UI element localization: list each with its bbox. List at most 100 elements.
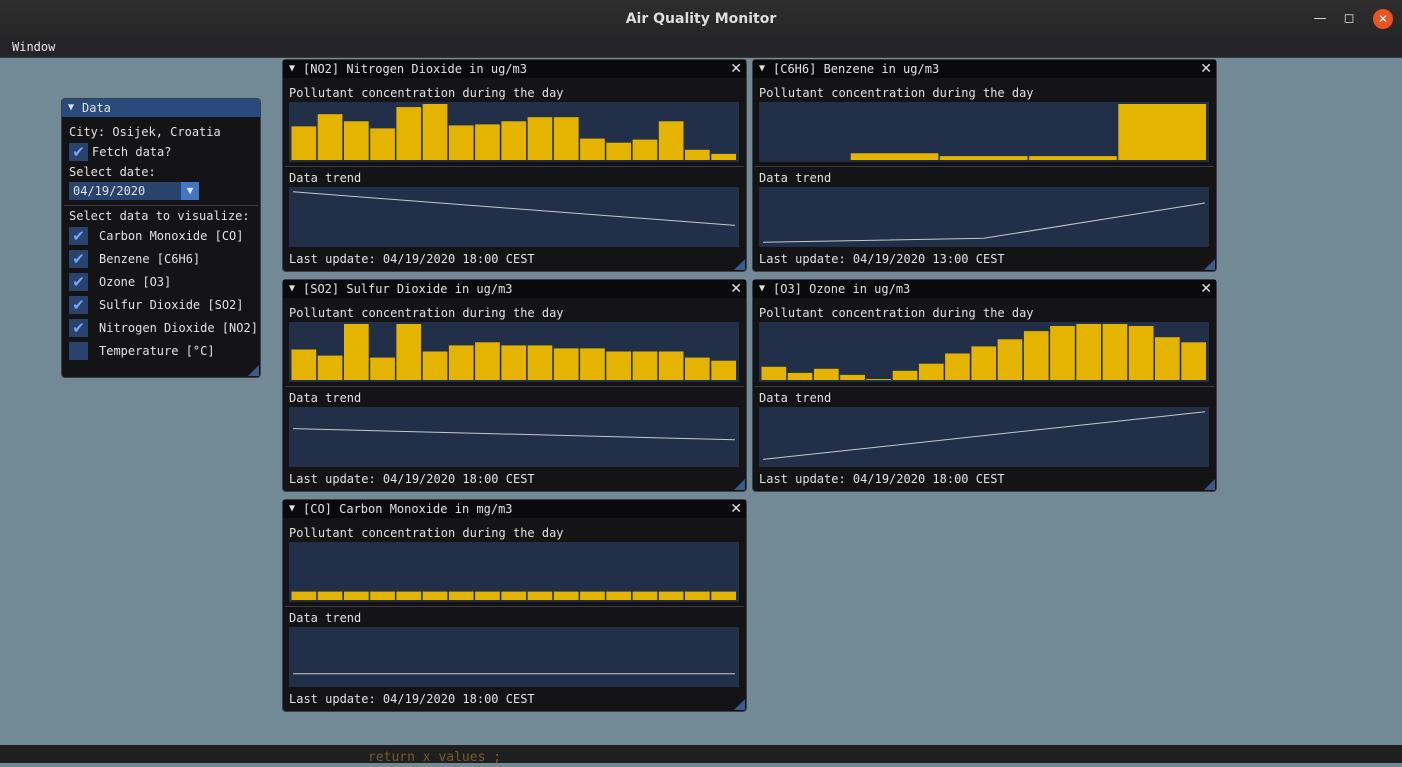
resize-grip[interactable] [1204,259,1215,270]
bar [850,153,939,160]
close-icon[interactable]: ✕ [1200,60,1212,78]
data-panel-header[interactable]: ▼ Data [62,99,260,117]
trend-chart [289,187,739,247]
option-checkbox[interactable]: ✔ [69,319,88,337]
bar-chart-label: Pollutant concentration during the day [289,86,564,100]
bar-chart [289,542,739,602]
option-checkbox[interactable]: ✔ [69,273,88,291]
bar [580,591,605,600]
bar [918,363,944,380]
pollutant-window[interactable]: ▼ [C6H6] Benzene in ug/m3 ✕ Pollutant conce… [752,59,1217,272]
fetch-data-checkbox[interactable]: ✔ [69,143,88,161]
bar [527,345,553,380]
trend-line [762,411,1206,460]
window-title: Air Quality Monitor [625,11,777,27]
close-icon[interactable]: ✕ [1373,9,1393,29]
maximize-icon[interactable]: ◻ [1339,9,1359,29]
pollutant-window[interactable]: ▼ [SO2] Sulfur Dioxide in ug/m3 ✕ Pollutant… [282,279,747,492]
option-label: Carbon Monoxide [CO] [99,229,244,243]
resize-grip[interactable] [1204,479,1215,490]
collapse-arrow-icon[interactable]: ▼ [759,60,765,78]
bar [317,591,343,600]
close-icon[interactable]: ✕ [730,280,742,298]
bar [658,121,684,160]
bar [685,591,710,600]
collapse-arrow-icon[interactable]: ▼ [68,99,74,117]
resize-grip[interactable] [734,699,745,710]
trend-label: Data trend [759,171,832,185]
trend-line [292,428,736,441]
minimize-icon[interactable]: — [1310,9,1330,29]
close-icon[interactable]: ✕ [730,500,742,518]
bar [291,349,317,380]
trend-chart-svg [762,411,1206,460]
resize-grip[interactable] [248,365,259,376]
bar [527,117,553,160]
bar [501,121,527,160]
option-label: Benzene [C6H6] [99,252,201,266]
bar-chart-label: Pollutant concentration during the day [289,306,564,320]
bar-chart-svg [761,324,1206,380]
last-update-label: Last update: 04/19/2020 13:00 CEST [759,252,1005,266]
option-checkbox[interactable]: ✔ [69,296,88,314]
collapse-arrow-icon[interactable]: ▼ [289,280,295,298]
bar [475,342,500,380]
close-icon[interactable]: ✕ [730,60,742,78]
option-checkbox[interactable]: ✔ [69,250,88,268]
checkmark-icon: ✔ [72,319,85,337]
bar [606,351,631,380]
pollutant-window-header[interactable]: ▼ [O3] Ozone in ug/m3 ✕ [753,280,1216,298]
bar [396,107,422,160]
bar [291,126,317,160]
close-icon[interactable]: ✕ [1200,280,1212,298]
date-combo[interactable]: 04/19/2020 ▼ [69,182,199,200]
chevron-down-icon[interactable]: ▼ [181,182,199,200]
data-panel[interactable]: ▼ Data City: Osijek, Croatia ✔ Fetch dat… [61,98,261,378]
pollutant-window[interactable]: ▼ [CO] Carbon Monoxide in mg/m3 ✕ Pollutant… [282,499,747,712]
option-checkbox[interactable] [69,342,88,360]
bar [317,114,343,160]
bar [448,125,474,160]
bar [1155,337,1180,380]
pollutant-window-header[interactable]: ▼ [CO] Carbon Monoxide in mg/m3 ✕ [283,500,746,518]
fetch-data-label: Fetch data? [92,145,172,159]
last-update-label: Last update: 04/19/2020 18:00 CEST [289,252,535,266]
bar-chart-svg [291,591,736,600]
checkmark-icon: ✔ [72,227,85,245]
bar-chart [289,322,739,382]
bar [553,591,579,600]
option-checkbox[interactable]: ✔ [69,227,88,245]
bar [711,153,736,160]
menu-window[interactable]: Window [12,38,55,57]
trend-chart [289,627,739,687]
separator [755,166,1214,167]
separator [64,205,258,206]
bar [866,379,892,380]
bar [396,324,422,380]
pollutant-window-header[interactable]: ▼ [NO2] Nitrogen Dioxide in ug/m3 ✕ [283,60,746,78]
bar-chart-label: Pollutant concentration during the day [759,306,1034,320]
pollutant-window-title: [C6H6] Benzene in ug/m3 [773,62,940,76]
pollutant-window-title: [O3] Ozone in ug/m3 [773,282,911,296]
trend-chart-svg [292,428,736,441]
bar [1076,324,1101,380]
bar [553,348,579,380]
bar [606,591,631,600]
bar [840,374,865,380]
bar [632,351,658,380]
bar [553,117,579,160]
separator [285,606,744,607]
trend-label: Data trend [289,391,362,405]
resize-grip[interactable] [734,479,745,490]
pollutant-window-header[interactable]: ▼ [SO2] Sulfur Dioxide in ug/m3 ✕ [283,280,746,298]
resize-grip[interactable] [734,259,745,270]
bar-chart [759,322,1209,382]
pollutant-window-header[interactable]: ▼ [C6H6] Benzene in ug/m3 ✕ [753,60,1216,78]
collapse-arrow-icon[interactable]: ▼ [759,280,765,298]
pollutant-window[interactable]: ▼ [O3] Ozone in ug/m3 ✕ Pollutant concentra… [752,279,1217,492]
collapse-arrow-icon[interactable]: ▼ [289,60,295,78]
pollutant-window[interactable]: ▼ [NO2] Nitrogen Dioxide in ug/m3 ✕ Polluta… [282,59,747,272]
bar [711,591,736,600]
trend-chart-svg [762,202,1206,243]
collapse-arrow-icon[interactable]: ▼ [289,500,295,518]
